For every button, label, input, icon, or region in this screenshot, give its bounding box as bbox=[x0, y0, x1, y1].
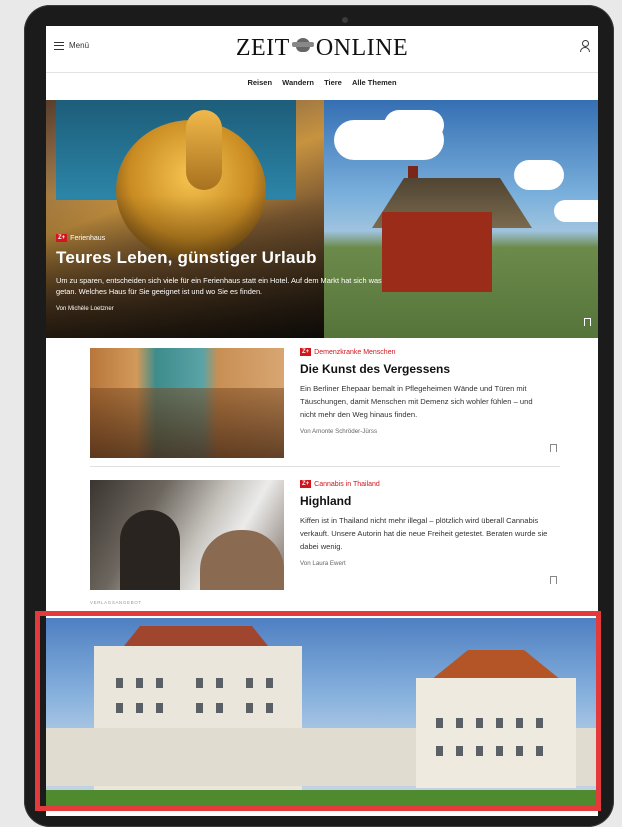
article-kicker-label: Cannabis in Thailand bbox=[314, 480, 380, 488]
zplus-badge: Z+ bbox=[300, 348, 312, 356]
zplus-badge: Z+ bbox=[56, 234, 68, 242]
article-teaser[interactable]: Z+ Demenzkranke Menschen Die Kunst des V… bbox=[90, 348, 560, 460]
bookmark-icon[interactable] bbox=[550, 576, 557, 584]
site-logo[interactable]: ZEIT ONLINE bbox=[46, 35, 598, 62]
article-image-cannabis bbox=[90, 480, 284, 590]
article-lead: Ein Berliner Ehepaar bemalt in Pflegehei… bbox=[300, 384, 533, 419]
nav-item-wandern[interactable]: Wandern bbox=[282, 78, 314, 87]
article-title[interactable]: Highland bbox=[300, 494, 550, 508]
hero-kicker-label: Ferienhaus bbox=[70, 234, 106, 242]
hero-text: Z+ Ferienhaus Teures Leben, günstiger Ur… bbox=[56, 234, 396, 312]
logo-right: ONLINE bbox=[315, 35, 409, 61]
article-author: Von Laura Ewert bbox=[300, 560, 346, 567]
zplus-badge: Z+ bbox=[300, 480, 312, 488]
bookmark-icon[interactable] bbox=[584, 318, 591, 326]
article-lead: Kiffen ist in Thailand nicht mehr illega… bbox=[300, 516, 548, 551]
divider bbox=[90, 466, 560, 467]
ad-label: VERLAGSANGEBOT bbox=[90, 600, 142, 605]
nav-item-alle-themen[interactable]: Alle Themen bbox=[352, 78, 397, 87]
user-icon[interactable] bbox=[580, 40, 590, 52]
bookmark-icon[interactable] bbox=[550, 444, 557, 452]
hero-author: Von Michèle Loetzner bbox=[56, 306, 114, 312]
hero-lead: Um zu sparen, entscheiden sich viele für… bbox=[56, 276, 382, 296]
hero-teaser[interactable]: Z+ Ferienhaus Teures Leben, günstiger Ur… bbox=[46, 100, 598, 338]
article-image-dementia bbox=[90, 348, 284, 458]
nav-item-tiere[interactable]: Tiere bbox=[324, 78, 342, 87]
site-header: Menü ZEIT ONLINE bbox=[46, 26, 598, 73]
article-teaser[interactable]: Z+ Cannabis in Thailand Highland Kiffen … bbox=[90, 480, 560, 592]
nav-item-reisen[interactable]: Reisen bbox=[247, 78, 272, 87]
topic-nav: Reisen Wandern Tiere Alle Themen bbox=[46, 78, 598, 87]
ad-highlight-frame bbox=[35, 611, 601, 811]
hero-title[interactable]: Teures Leben, günstiger Urlaub bbox=[56, 248, 396, 268]
article-text: Z+ Demenzkranke Menschen Die Kunst des V… bbox=[300, 348, 550, 435]
article-title[interactable]: Die Kunst des Vergessens bbox=[300, 362, 550, 376]
article-kicker: Z+ Cannabis in Thailand bbox=[300, 480, 550, 488]
article-text: Z+ Cannabis in Thailand Highland Kiffen … bbox=[300, 480, 550, 567]
article-kicker-label: Demenzkranke Menschen bbox=[314, 348, 396, 356]
eagle-crest-icon bbox=[291, 37, 314, 53]
hero-kicker: Z+ Ferienhaus bbox=[56, 234, 396, 242]
article-author: Von Amonte Schröder-Jürss bbox=[300, 428, 378, 435]
article-kicker: Z+ Demenzkranke Menschen bbox=[300, 348, 550, 356]
camera bbox=[342, 17, 348, 23]
logo-left: ZEIT bbox=[235, 35, 290, 61]
